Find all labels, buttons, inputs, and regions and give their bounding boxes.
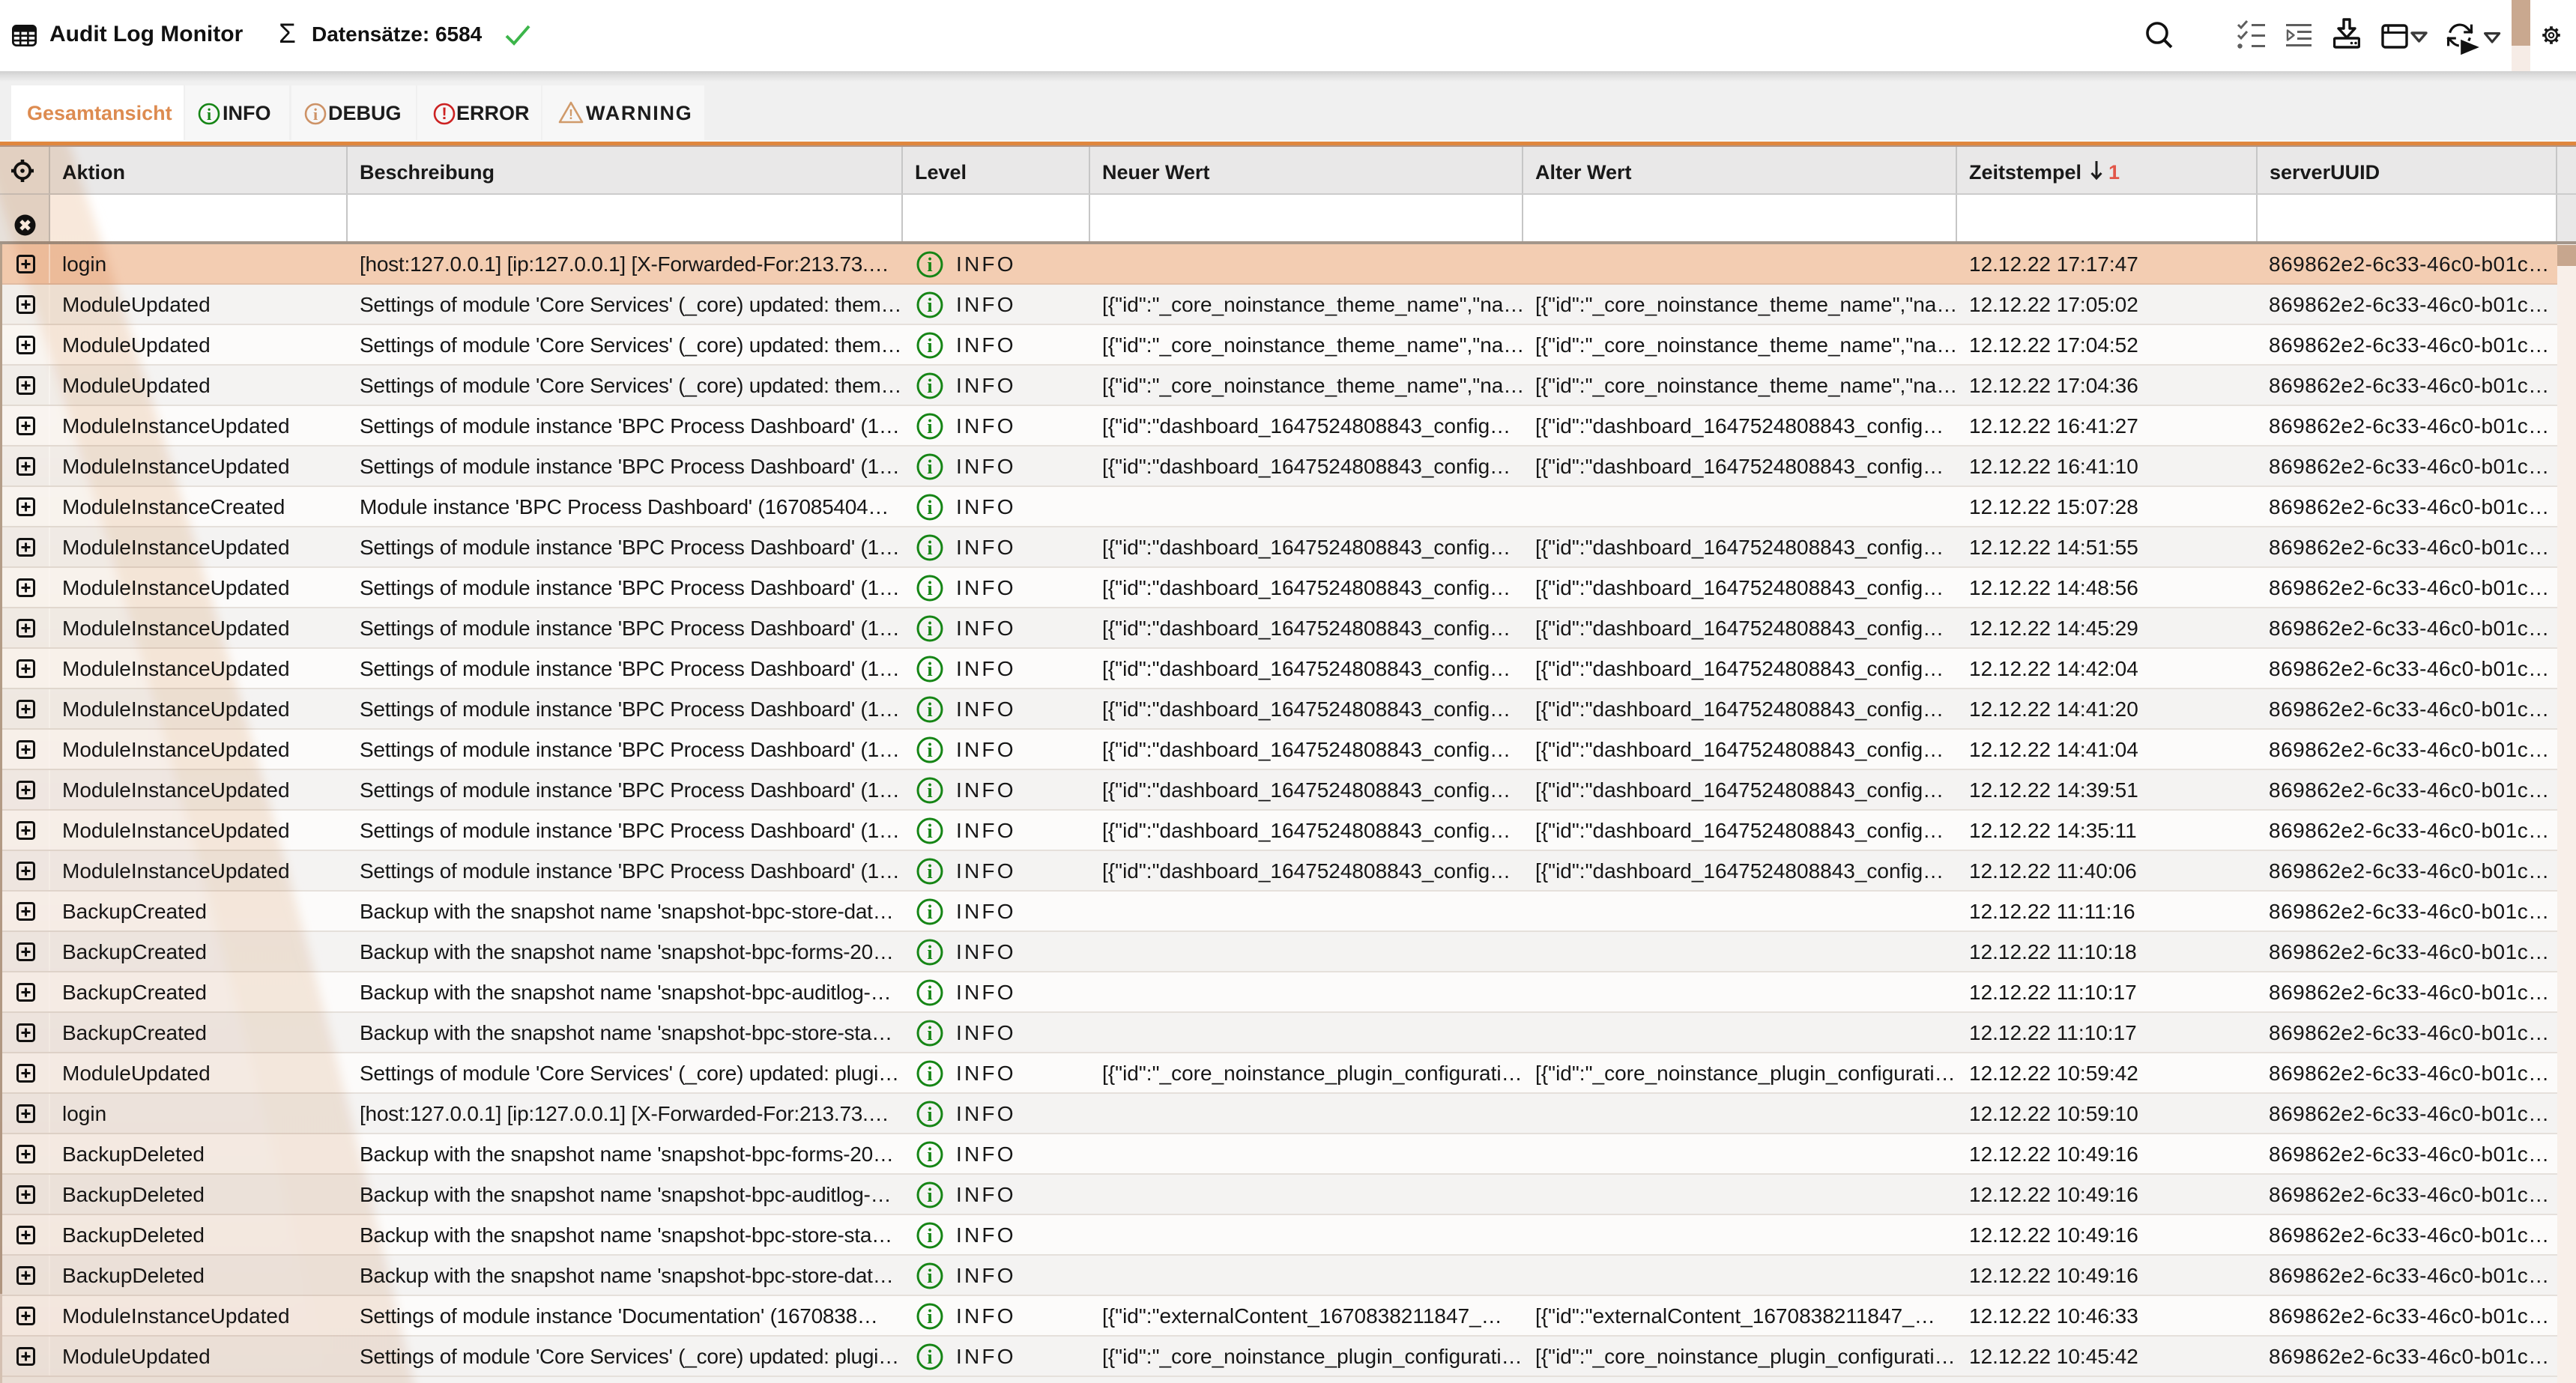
svg-text:i: i [927, 699, 932, 721]
svg-text:i: i [927, 901, 932, 923]
svg-text:i: i [927, 1225, 932, 1247]
svg-text:i: i [927, 618, 932, 640]
svg-text:i: i [927, 820, 932, 842]
svg-text:i: i [927, 861, 932, 883]
svg-text:i: i [927, 1346, 932, 1368]
svg-text:i: i [927, 1184, 932, 1206]
svg-text:i: i [927, 294, 932, 316]
svg-text:i: i [927, 375, 932, 397]
svg-text:i: i [927, 1104, 932, 1125]
svg-text:i: i [927, 780, 932, 802]
svg-text:i: i [927, 1023, 932, 1044]
svg-text:i: i [927, 942, 932, 963]
svg-text:i: i [927, 335, 932, 357]
svg-text:i: i [927, 982, 932, 1004]
svg-text:i: i [927, 497, 932, 518]
svg-text:!: ! [441, 104, 447, 123]
svg-text:i: i [927, 537, 932, 559]
svg-text:i: i [927, 1144, 932, 1166]
svg-text:i: i [313, 105, 318, 124]
svg-text:i: i [927, 578, 932, 599]
svg-text:i: i [927, 739, 932, 761]
svg-text:i: i [207, 105, 211, 124]
svg-text:i: i [927, 1265, 932, 1287]
svg-text:i: i [927, 1063, 932, 1085]
svg-text:i: i [927, 254, 932, 276]
svg-text:i: i [927, 659, 932, 680]
svg-text:i: i [927, 1306, 932, 1328]
svg-text:!: ! [569, 107, 573, 122]
svg-text:i: i [927, 416, 932, 438]
svg-text:i: i [927, 456, 932, 478]
